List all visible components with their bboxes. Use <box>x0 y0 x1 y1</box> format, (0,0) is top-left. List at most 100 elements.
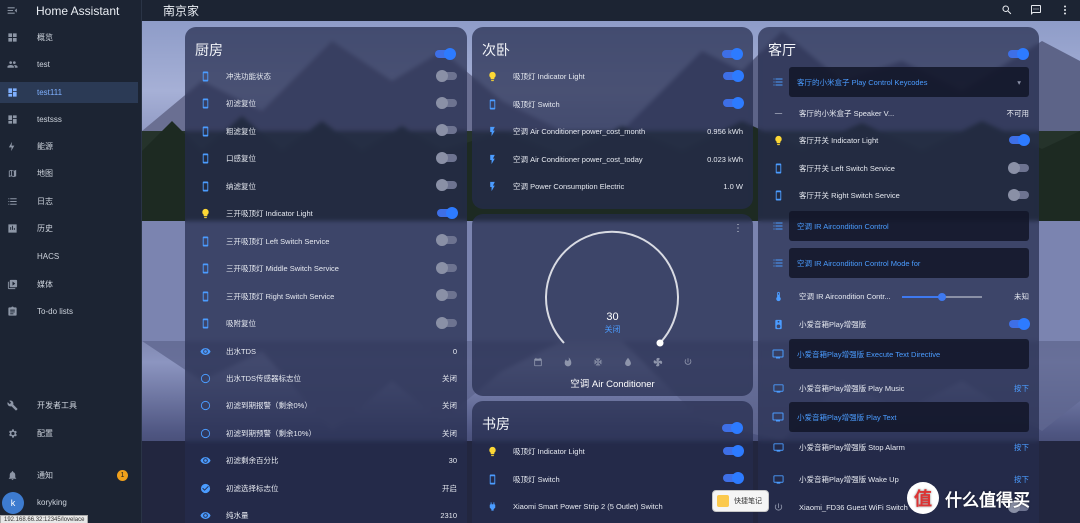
entity-toggle[interactable] <box>436 179 457 192</box>
press-button[interactable]: 按下 <box>1014 383 1029 394</box>
press-button[interactable]: 按下 <box>1014 442 1029 453</box>
entity-row[interactable]: 空调 Air Conditioner power_cost_today 0.023… <box>472 146 753 173</box>
sidebar-item-1[interactable]: test <box>0 54 138 75</box>
entity-row[interactable]: 三开吸顶灯 Left Switch Service <box>185 228 467 255</box>
more-vert-icon[interactable]: ⋮ <box>733 223 743 234</box>
assist-icon[interactable] <box>1029 3 1043 17</box>
entity-toggle[interactable] <box>1009 317 1030 330</box>
entity-row[interactable]: 粗滤复位 <box>185 118 467 145</box>
entity-row[interactable]: 空调 IR Aircondition Contr... 未知 <box>758 283 1039 310</box>
entity-toggle[interactable] <box>436 316 457 329</box>
entity-row[interactable]: 客厅开关 Right Switch Service <box>758 182 1039 209</box>
slider-fill <box>902 296 942 298</box>
more-vert-icon[interactable] <box>1058 3 1072 17</box>
drop-icon[interactable] <box>622 356 634 368</box>
entity-row[interactable]: 初滤剩余百分比 30 <box>185 447 467 474</box>
card-master-toggle[interactable] <box>435 45 456 63</box>
ac-slider[interactable] <box>902 283 982 310</box>
entity-row[interactable]: 初滤到期预警（剩余10%） 关闭 <box>185 420 467 447</box>
entity-row[interactable]: 冲洗功能状态 <box>185 63 467 90</box>
entity-toggle[interactable] <box>723 472 744 484</box>
sidebar-item-7[interactable]: 历史 <box>0 218 138 239</box>
entity-toggle[interactable] <box>1008 161 1029 174</box>
entity-row[interactable]: 初滤选择标志位 开启 <box>185 475 467 502</box>
sidebar-item-9[interactable]: 媒体 <box>0 274 138 295</box>
entity-toggle[interactable] <box>436 261 457 274</box>
entity-toggle[interactable] <box>723 69 744 82</box>
calendar-icon[interactable] <box>532 356 544 368</box>
fire-icon[interactable] <box>562 356 574 368</box>
chevron-down-icon: ▾ <box>1017 77 1021 87</box>
entity-toggle[interactable] <box>1009 133 1030 146</box>
sidebar-item-6[interactable]: 日志 <box>0 191 138 212</box>
entity-row[interactable]: 小爱音箱Play增强版 Stop Alarm 按下 <box>758 434 1039 461</box>
sidebar-item-4[interactable]: 能源 <box>0 136 138 157</box>
entity-row[interactable]: 出水TDS 0 <box>185 338 467 365</box>
entity-row[interactable]: 吸顶灯 Switch <box>472 91 753 118</box>
entity-subcard[interactable]: 小爱音箱Play增强版 Play Text <box>772 402 1029 432</box>
entity-row[interactable]: 纳滤复位 <box>185 173 467 200</box>
entity-subcard[interactable]: 空调 IR Aircondition Control Mode for <box>773 248 1029 278</box>
search-icon[interactable] <box>1000 3 1014 17</box>
sidebar-item-5[interactable]: 地图 <box>0 163 138 184</box>
entity-row[interactable]: 客厅的小米盒子 Speaker V... 不可用 <box>758 100 1039 127</box>
phone-icon <box>199 235 211 247</box>
entity-row[interactable]: 小爱音箱Play增强版 Play Music 按下 <box>758 375 1039 402</box>
entity-subcard[interactable]: 客厅的小米盒子 Play Control Keycodes ▾ <box>773 67 1029 97</box>
entity-toggle[interactable] <box>723 444 744 457</box>
entity-toggle[interactable] <box>436 289 457 302</box>
entity-toggle[interactable] <box>436 96 457 109</box>
sidebar-item-0[interactable]: 概览 <box>0 27 138 48</box>
card-master-toggle[interactable] <box>722 419 743 437</box>
sidebar-item-3[interactable]: testsss <box>0 109 138 130</box>
entity-row[interactable]: 三开吸顶灯 Middle Switch Service <box>185 255 467 282</box>
entity-row[interactable]: 空调 Air Conditioner power_cost_month 0.956… <box>472 118 753 145</box>
sidebar-item-10[interactable]: To-do lists <box>0 301 138 322</box>
entity-toggle[interactable] <box>436 234 457 247</box>
entity-label: 空调 Power Consumption Electric <box>513 182 625 191</box>
entity-subcard[interactable]: 空调 IR Aircondition Control <box>773 211 1029 241</box>
menu-collapse-icon[interactable] <box>6 4 20 18</box>
entity-row[interactable]: 客厅开关 Indicator Light <box>758 127 1039 154</box>
card-master-toggle[interactable] <box>1008 45 1029 63</box>
sidebar-item-label: 开发者工具 <box>37 401 77 410</box>
entity-toggle[interactable] <box>436 151 457 164</box>
entity-row[interactable]: 吸附复位 <box>185 310 467 337</box>
entity-row[interactable]: 空调 Power Consumption Electric 1.0 W <box>472 173 753 200</box>
card-master-toggle[interactable] <box>722 45 743 63</box>
quick-note-toast[interactable]: 快捷笔记 <box>712 490 769 512</box>
entity-row[interactable]: 三开吸顶灯 Right Switch Service <box>185 283 467 310</box>
entity-row[interactable]: 吸顶灯 Indicator Light <box>472 438 753 465</box>
power-icon[interactable] <box>682 356 694 368</box>
sidebar-bottom-item-0[interactable]: 开发者工具 <box>0 395 138 416</box>
fan-icon[interactable] <box>652 356 664 368</box>
entity-toggle[interactable] <box>723 97 744 109</box>
entity-label: 冲洗功能状态 <box>226 72 271 81</box>
list-icon <box>772 76 784 88</box>
sidebar-bottom-item-1[interactable]: 配置 <box>0 423 138 444</box>
entity-row[interactable]: 初滤复位 <box>185 90 467 117</box>
snowflake-icon[interactable] <box>592 356 604 368</box>
media-icon <box>6 279 18 291</box>
sidebar-item-8[interactable]: HACS <box>0 246 138 267</box>
avatar[interactable]: k <box>2 492 24 514</box>
entity-row[interactable]: 纯水量 2310 <box>185 502 467 523</box>
entity-toggle[interactable] <box>1008 188 1029 201</box>
entity-toggle[interactable] <box>437 206 458 219</box>
entity-row[interactable]: 小爱音箱Play增强版 <box>758 311 1039 338</box>
entity-row[interactable]: 口感复位 <box>185 145 467 172</box>
entity-toggle[interactable] <box>436 69 457 82</box>
entity-row[interactable]: 客厅开关 Left Switch Service <box>758 155 1039 182</box>
entity-row[interactable]: 出水TDS传感器标志位 关闭 <box>185 365 467 392</box>
sidebar-item-2[interactable]: test111 <box>0 82 138 103</box>
entity-row[interactable]: 吸顶灯 Switch <box>472 466 753 493</box>
entity-subcard[interactable]: 小爱音箱Play增强版 Execute Text Directive <box>772 339 1029 369</box>
entity-row[interactable]: 三开吸顶灯 Indicator Light <box>185 200 467 227</box>
slider-knob[interactable] <box>938 293 946 301</box>
entity-row[interactable]: 吸顶灯 Indicator Light <box>472 63 753 90</box>
entity-row[interactable]: Xiaomi Smart Power Strip 2 (5 Outlet) Sw… <box>472 493 753 520</box>
entity-label: 纯水量 <box>226 511 249 521</box>
entity-row[interactable]: 初滤到期报警（剩余0%） 关闭 <box>185 392 467 419</box>
entity-label: 三开吸顶灯 Left Switch Service <box>226 236 330 246</box>
entity-toggle[interactable] <box>436 124 457 137</box>
